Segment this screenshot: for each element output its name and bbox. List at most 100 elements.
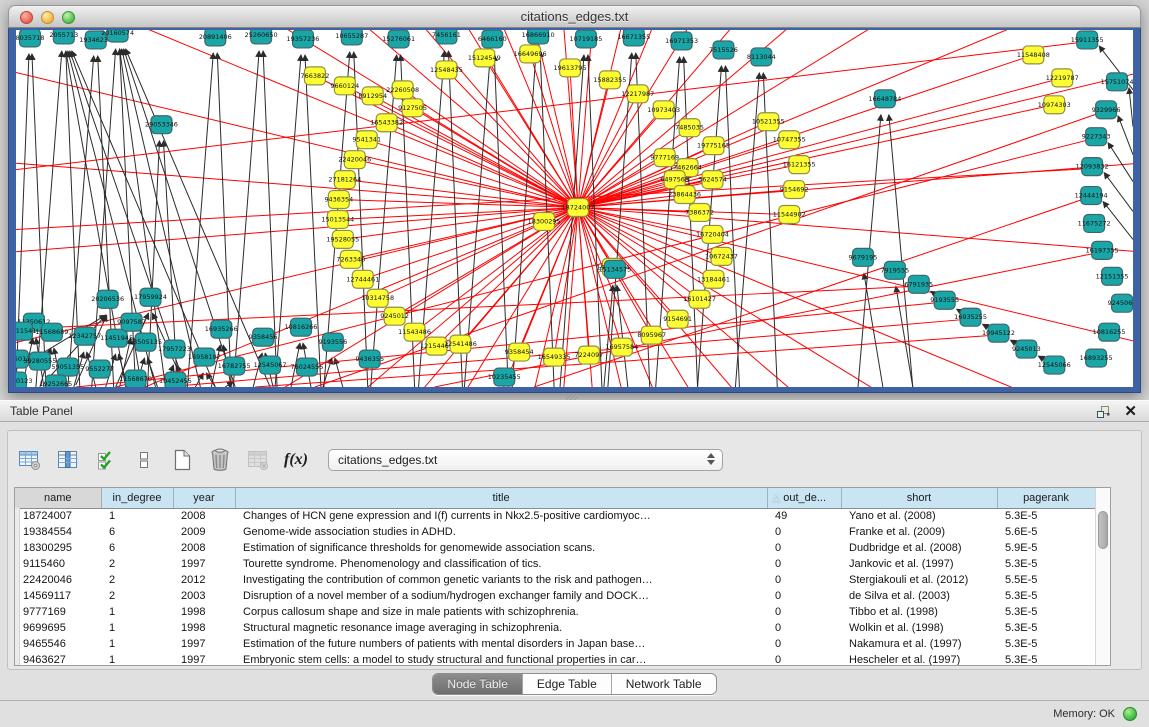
table-row[interactable]: 1938455462009Genome-wide association stu… [15, 524, 1095, 540]
cell-year[interactable]: 1997 [173, 652, 235, 666]
close-window-icon[interactable] [20, 11, 33, 24]
graph-node[interactable]: 9358456 [249, 328, 278, 346]
table-row[interactable]: 1456911722003Disruption of a novel membe… [15, 588, 1095, 604]
graph-node[interactable]: 10719185 [569, 30, 602, 48]
network-view[interactable]: 8035718205571319346236201605742089140625… [16, 30, 1133, 387]
cell-in-degree[interactable]: 2 [101, 588, 173, 604]
graph-node[interactable]: 12093832 [1076, 158, 1109, 176]
cell-name[interactable]: 9463627 [15, 652, 101, 666]
graph-node[interactable]: 25260650 [245, 30, 278, 44]
graph-node[interactable]: 10816255 [1093, 323, 1126, 341]
graph-node[interactable]: 9227343 [1082, 128, 1111, 146]
table-row[interactable]: 946554611997Estimation of the future num… [15, 636, 1095, 652]
graph-node[interactable]: 9660124 [330, 77, 359, 95]
cell-name[interactable]: 14569117 [15, 588, 101, 604]
cell-in-degree[interactable]: 6 [101, 540, 173, 556]
cell-out-degree[interactable]: 0 [767, 636, 841, 652]
graph-node[interactable]: 15124549 [468, 49, 501, 67]
tab-node-table[interactable]: Node Table [433, 674, 523, 694]
cell-short[interactable]: Hescheler et al. (1997) [841, 652, 997, 666]
table-row[interactable]: 1830029562008Estimation of significance … [15, 540, 1095, 556]
cell-pagerank[interactable]: 5.3E-5 [997, 636, 1095, 652]
graph-node[interactable]: 11548408 [1017, 46, 1050, 64]
graph-node[interactable]: 19528055 [326, 230, 359, 248]
cell-pagerank[interactable]: 5.3E-5 [997, 508, 1095, 524]
graph-node[interactable]: 9552277 [85, 360, 114, 378]
cell-short[interactable]: Stergiakouli et al. (2012) [841, 572, 997, 588]
cell-in-degree[interactable]: 2 [101, 572, 173, 588]
cell-pagerank[interactable]: 5.3E-5 [997, 620, 1095, 636]
graph-node[interactable]: 16720404 [696, 225, 729, 243]
create-column-icon[interactable] [168, 446, 196, 474]
graph-node[interactable]: 7485035 [675, 119, 704, 137]
cell-short[interactable]: Wolkin et al. (1998) [841, 620, 997, 636]
graph-node[interactable]: 6466160 [478, 30, 507, 48]
graph-node[interactable]: 12151355 [1096, 267, 1129, 285]
cell-short[interactable]: Jankovic et al. (1997) [841, 556, 997, 572]
graph-node[interactable]: 12444194 [1075, 187, 1108, 205]
graph-node[interactable]: 72450123 [16, 372, 32, 387]
graph-node[interactable]: 2055713 [49, 30, 78, 44]
cell-title[interactable]: Embryonic stem cells: a model to study s… [235, 652, 767, 666]
cell-in-degree[interactable]: 1 [101, 652, 173, 666]
graph-node[interactable]: 7456161 [432, 30, 461, 44]
graph-node[interactable]: 10816266 [285, 318, 318, 336]
cell-out-degree[interactable]: 0 [767, 620, 841, 636]
graph-node[interactable]: 16649696 [514, 45, 547, 63]
cell-title[interactable]: Disruption of a novel member of a sodium… [235, 588, 767, 604]
show-column-icon[interactable] [54, 446, 82, 474]
cell-short[interactable]: Nakamura et al. (1997) [841, 636, 997, 652]
graph-node[interactable]: 9154692 [780, 181, 809, 199]
column-header-short[interactable]: short [841, 488, 997, 508]
cell-year[interactable]: 1998 [173, 604, 235, 620]
cell-pagerank[interactable]: 5.3E-5 [997, 604, 1095, 620]
delete-column-icon[interactable] [206, 446, 234, 474]
graph-node[interactable]: 29053346 [145, 116, 178, 134]
graph-node[interactable]: 16893255 [1080, 349, 1113, 367]
cell-name[interactable]: 9465546 [15, 636, 101, 652]
graph-node[interactable]: 22260508 [386, 81, 419, 99]
cell-title[interactable]: Genome-wide association studies in ADHD. [235, 524, 767, 540]
select-columns-icon[interactable] [92, 446, 120, 474]
graph-node[interactable]: 9193555 [930, 291, 959, 309]
graph-node[interactable]: 7919555 [880, 261, 909, 279]
close-panel-icon[interactable]: ✕ [1124, 403, 1137, 421]
cell-out-degree[interactable]: 0 [767, 652, 841, 666]
graph-node[interactable]: 9097587 [117, 313, 146, 331]
function-builder-icon[interactable]: f(x) [282, 446, 310, 474]
graph-node[interactable]: 7386372 [685, 204, 714, 222]
graph-node[interactable]: 16648784 [868, 90, 901, 108]
graph-node[interactable]: 12744461 [346, 270, 379, 288]
cell-year[interactable]: 2008 [173, 540, 235, 556]
cell-pagerank[interactable]: 5.3E-5 [997, 556, 1095, 572]
graph-node[interactable]: 8035718 [16, 30, 44, 47]
table-row[interactable]: 2242004622012Investigating the contribut… [15, 572, 1095, 588]
graph-node[interactable]: 9127505 [398, 99, 427, 117]
table-row[interactable]: 1872400712008Changes of HCN gene express… [15, 508, 1095, 524]
cell-pagerank[interactable]: 5.5E-5 [997, 572, 1095, 588]
cell-name[interactable]: 22420046 [15, 572, 101, 588]
graph-node[interactable]: 15276061 [382, 30, 415, 48]
table-row[interactable]: 946362711997Embryonic stem cells: a mode… [15, 652, 1095, 666]
graph-node[interactable]: 22420046 [338, 151, 371, 169]
graph-node[interactable]: 16866910 [522, 30, 555, 44]
graph-node[interactable]: 16197355 [1086, 241, 1119, 259]
column-header-year[interactable]: year [173, 488, 235, 508]
cell-name[interactable]: 18724007 [15, 508, 101, 524]
graph-node[interactable]: 16121355 [783, 156, 816, 174]
cell-in-degree[interactable]: 2 [101, 556, 173, 572]
cell-year[interactable]: 2012 [173, 572, 235, 588]
zoom-window-icon[interactable] [62, 11, 75, 24]
float-panel-icon[interactable] [1095, 403, 1111, 421]
graph-node[interactable]: 11544902 [773, 206, 806, 224]
cell-title[interactable]: Estimation of the future numbers of pati… [235, 636, 767, 652]
graph-node[interactable]: 8095967 [637, 326, 666, 344]
cell-short[interactable]: Dudbridge et al. (2008) [841, 540, 997, 556]
cell-pagerank[interactable]: 5.3E-5 [997, 652, 1095, 666]
column-header-in-degree[interactable]: in_degree [101, 488, 173, 508]
graph-node[interactable]: 12342757 [68, 327, 101, 345]
graph-node[interactable]: 15882355 [593, 71, 626, 89]
graph-node[interactable]: 12217987 [621, 85, 654, 103]
graph-node[interactable]: 11543486 [398, 323, 431, 341]
cell-title[interactable]: Estimation of significance thresholds fo… [235, 540, 767, 556]
